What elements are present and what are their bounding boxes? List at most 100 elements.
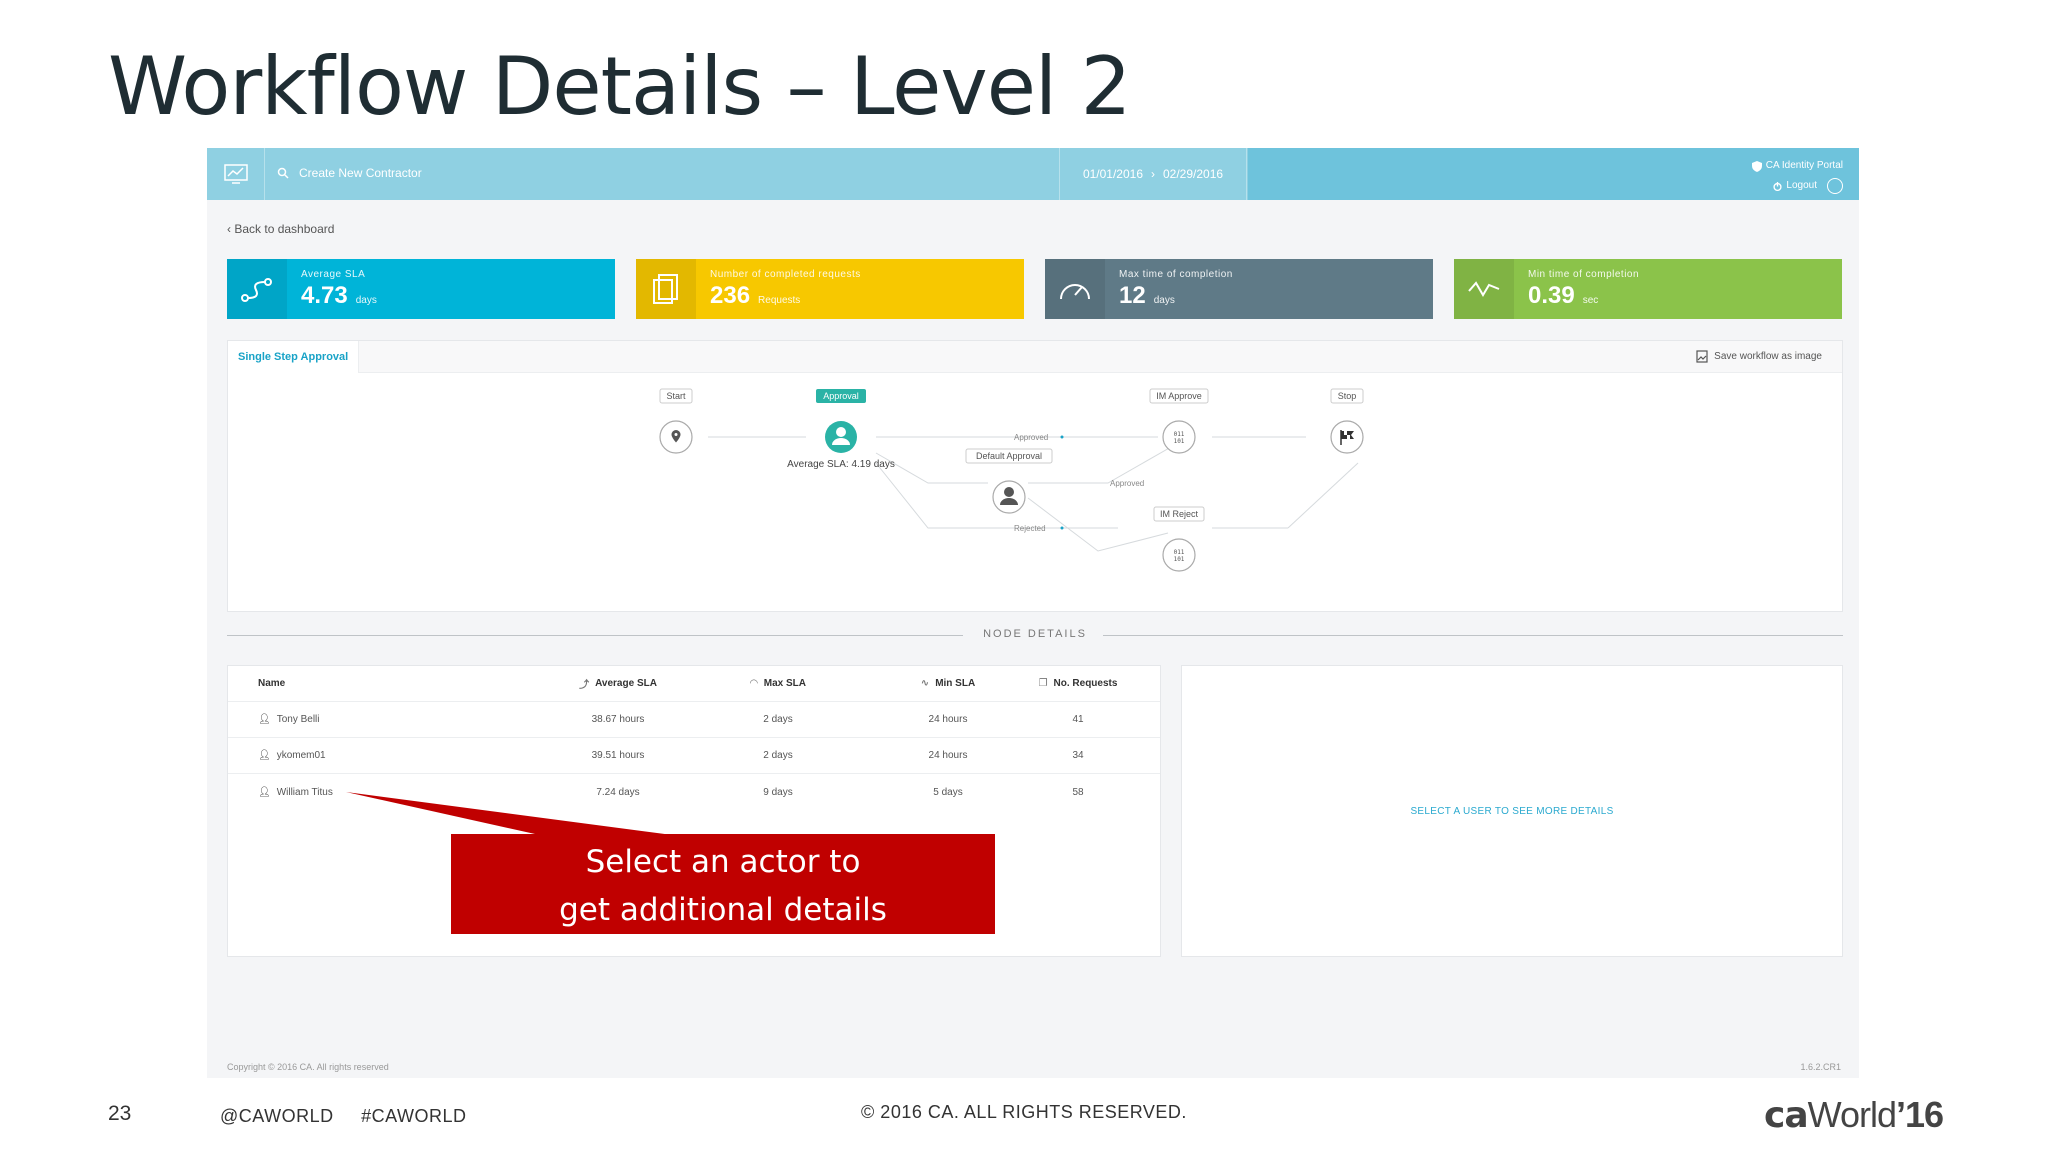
workflow-tab-bar: Single Step Approval Save workflow as im… <box>228 341 1842 373</box>
callout-line: Select an actor to <box>585 844 861 880</box>
kpi-average-sla: Average SLA 4.73 days <box>227 259 615 319</box>
kpi-max-completion: Max time of completion 12 days <box>1045 259 1433 319</box>
user-icon: 👤︎ <box>258 786 271 798</box>
edge-imreject-stop <box>1287 462 1359 529</box>
user-icon: 👤︎ <box>258 750 271 761</box>
slide-title: Workflow Details – Level 2 <box>108 40 1131 133</box>
save-workflow-image-button[interactable]: Save workflow as image <box>1696 350 1822 363</box>
node-default-approval[interactable]: Default Approval <box>965 448 1053 514</box>
binary-code-icon: 011 <box>1174 549 1185 556</box>
table-row[interactable]: 👤︎ ykomem01 39.51 hours 2 days 24 hours 3… <box>228 738 1160 774</box>
node-label: Start <box>666 391 686 401</box>
user-icon <box>836 427 846 437</box>
dashboard-logo-button[interactable] <box>207 148 265 200</box>
kpi-unit: days <box>1153 294 1175 306</box>
node-start[interactable]: Start <box>659 388 693 454</box>
kpi-label: Min time of completion <box>1528 268 1640 280</box>
app-window: Create New Contractor 01/01/2016 › 02/29… <box>207 148 1859 1078</box>
callout-box: Select an actor to get additional detail… <box>451 834 995 934</box>
kpi-unit: days <box>355 294 377 306</box>
search-bar[interactable]: Create New Contractor <box>277 166 422 180</box>
kpi-value: 236 <box>710 281 751 309</box>
top-bar: Create New Contractor 01/01/2016 › 02/29… <box>207 148 1859 200</box>
kpi-completed-requests: Number of completed requests 236 Requests <box>636 259 1024 319</box>
column-no-requests[interactable]: ❐ No. Requests <box>968 678 1188 689</box>
chevron-right-icon: › <box>1151 167 1155 181</box>
node-stop[interactable]: Stop <box>1330 388 1364 454</box>
table-row[interactable]: 👤︎ Tony Belli 38.67 hours 2 days 24 hours… <box>228 702 1160 738</box>
kpi-value: 4.73 <box>301 281 348 309</box>
slide-copyright: © 2016 CA. ALL RIGHTS RESERVED. <box>861 1102 1187 1122</box>
image-file-icon <box>1696 350 1708 363</box>
table-header: Name ⤴ Average SLA ◠ Max SLA ∿ Min SLA ❐ No.… <box>228 666 1160 702</box>
edge-label-rejected: Rejected <box>1014 524 1046 533</box>
node-im-approve[interactable]: IM Approve 011 101 <box>1149 388 1209 454</box>
node-im-reject[interactable]: IM Reject 011 101 <box>1153 506 1205 572</box>
workflow-panel: Single Step Approval Save workflow as im… <box>227 340 1843 612</box>
kpi-label: Max time of completion <box>1119 268 1233 280</box>
node-label: Stop <box>1338 391 1357 401</box>
node-label: Approval <box>823 391 859 401</box>
app-version: 1.6.2.CR1 <box>1800 1062 1841 1072</box>
table-row[interactable]: 👤︎ William Titus 7.24 days 9 days 5 days … <box>228 774 1160 810</box>
portal-link[interactable]: CA Identity Portal <box>1751 156 1843 176</box>
route-icon <box>227 259 287 319</box>
kpi-value: 0.39 <box>1528 281 1575 309</box>
cell-no-requests: 41 <box>1072 714 1084 725</box>
svg-text:101: 101 <box>1174 556 1185 563</box>
section-title: NODE DETAILS <box>983 628 1087 640</box>
search-label: Create New Contractor <box>299 166 422 180</box>
date-from: 01/01/2016 <box>1082 167 1143 181</box>
binary-code-icon: 011 <box>1174 431 1185 438</box>
approval-sla-label: Average SLA: 4.19 days <box>787 459 895 470</box>
tab-single-step-approval[interactable]: Single Step Approval <box>228 341 360 373</box>
date-range-picker[interactable]: 01/01/2016 › 02/29/2016 <box>1059 148 1247 200</box>
documents-icon: ❐ <box>1038 678 1048 689</box>
user-icon <box>1004 487 1014 497</box>
search-icon <box>277 167 289 179</box>
kpi-label: Number of completed requests <box>710 268 861 280</box>
save-label: Save workflow as image <box>1714 351 1822 362</box>
shield-icon <box>1751 160 1762 172</box>
kpi-unit: Requests <box>758 294 801 306</box>
node-approval[interactable]: Approval Average SLA: 4.19 days <box>787 389 895 470</box>
node-label: IM Approve <box>1156 391 1202 401</box>
actor-name: William Titus <box>276 786 333 798</box>
actor-name: Tony Belli <box>276 714 320 725</box>
callout-line: get additional details <box>559 892 887 928</box>
kpi-unit: sec <box>1582 294 1599 306</box>
user-menu-icon[interactable] <box>1827 178 1843 194</box>
actor-name: ykomem01 <box>276 750 326 761</box>
user-icon: 👤︎ <box>258 714 271 725</box>
portal-label: CA Identity Portal <box>1765 160 1843 171</box>
column-name[interactable]: Name <box>258 678 285 689</box>
node-details-header: NODE DETAILS <box>227 626 1843 646</box>
logout-label: Logout <box>1786 180 1817 191</box>
route-icon: ⤴ <box>579 680 590 691</box>
logout-link[interactable]: Logout <box>1752 176 1843 196</box>
app-copyright: Copyright © 2016 CA. All rights reserved <box>227 1062 389 1072</box>
back-link-label: Back to dashboard <box>234 222 335 236</box>
speedometer-icon: ◠ <box>750 678 758 689</box>
monitor-chart-icon <box>223 164 248 184</box>
portal-menu: CA Identity Portal Logout <box>1751 156 1843 196</box>
node-label: Default Approval <box>976 451 1042 461</box>
node-label: IM Reject <box>1160 509 1199 519</box>
pulse-icon: ∿ <box>920 678 930 689</box>
detail-placeholder: SELECT A USER TO SEE MORE DETAILS <box>1410 805 1614 817</box>
workflow-diagram: Approved Approved Rejected Start Approva… <box>659 388 1364 572</box>
power-icon <box>1773 181 1783 191</box>
edge-default-imreject <box>1027 497 1169 552</box>
svg-text:101: 101 <box>1174 438 1185 445</box>
kpi-label: Average SLA <box>301 268 366 280</box>
kpi-min-completion: Min time of completion 0.39 sec <box>1454 259 1842 319</box>
edge-label-approved: Approved <box>1014 433 1048 442</box>
back-to-dashboard-link[interactable]: ‹ Back to dashboard <box>227 222 334 236</box>
ca-world-logo: caWorld’16 <box>1764 1094 1944 1136</box>
actor-detail-panel: SELECT A USER TO SEE MORE DETAILS <box>1181 665 1843 957</box>
cell-no-requests: 34 <box>1072 750 1084 761</box>
speedometer-icon <box>1045 259 1105 319</box>
kpi-value: 12 <box>1119 281 1146 309</box>
edge-label-approved: Approved <box>1110 479 1144 488</box>
pulse-icon <box>1454 259 1514 319</box>
